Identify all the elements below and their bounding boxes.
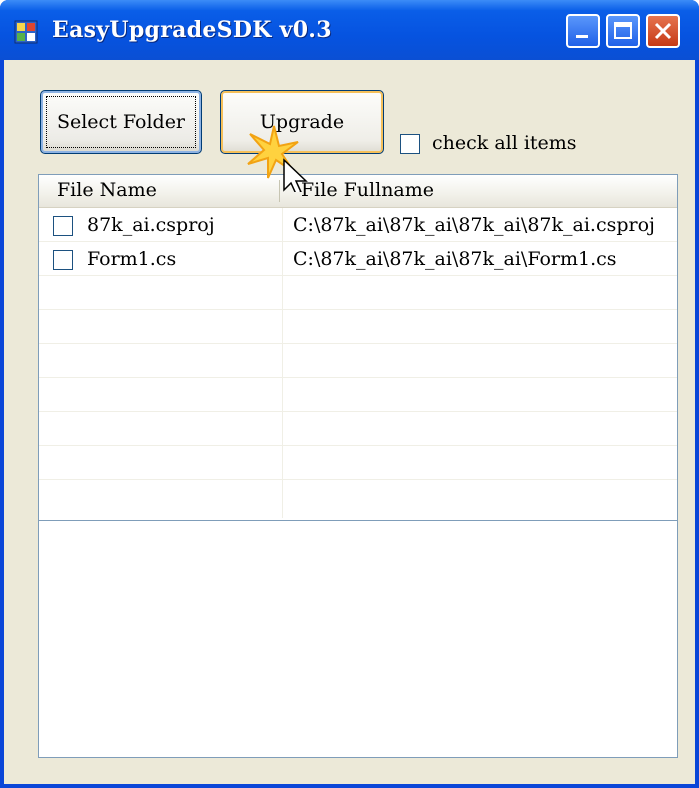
empty-row (39, 378, 677, 412)
output-textbox[interactable] (38, 520, 678, 758)
check-all-label: check all items (432, 132, 577, 154)
column-header-file-name[interactable]: File Name (57, 179, 157, 201)
empty-row (39, 276, 677, 310)
table-row[interactable]: Form1.cs C:\87k_ai\87k_ai\87k_ai\Form1.c… (39, 242, 677, 276)
client-area: Select Folder Upgrade check all items Fi… (4, 60, 695, 784)
row-checkbox[interactable] (53, 250, 73, 270)
file-fullname-cell: C:\87k_ai\87k_ai\87k_ai\Form1.cs (293, 248, 617, 270)
maximize-icon (614, 22, 632, 39)
empty-row (39, 344, 677, 378)
app-window-icon (14, 20, 38, 44)
empty-row (39, 412, 677, 446)
row-checkbox[interactable] (53, 216, 73, 236)
table-row[interactable]: 87k_ai.csproj C:\87k_ai\87k_ai\87k_ai\87… (39, 208, 677, 242)
file-name-cell: 87k_ai.csproj (87, 214, 215, 236)
check-all-checkbox[interactable] (400, 134, 420, 154)
select-folder-label: Select Folder (56, 111, 186, 133)
file-list[interactable]: File Name File Fullname 87k_ai.csproj C:… (38, 174, 678, 556)
minimize-icon (576, 35, 588, 38)
empty-row (39, 446, 677, 480)
file-fullname-cell: C:\87k_ai\87k_ai\87k_ai\87k_ai.csproj (293, 214, 655, 236)
maximize-button[interactable] (606, 14, 640, 48)
file-name-cell: Form1.cs (87, 248, 177, 270)
close-icon (654, 22, 672, 40)
minimize-button[interactable] (566, 14, 600, 48)
window-title: EasyUpgradeSDK v0.3 (52, 17, 332, 43)
title-bar[interactable]: EasyUpgradeSDK v0.3 (0, 0, 699, 60)
click-cursor-icon (247, 125, 308, 192)
app-window: EasyUpgradeSDK v0.3 Select Folder Upgrad… (0, 0, 699, 788)
empty-row (39, 310, 677, 344)
close-button[interactable] (646, 14, 680, 48)
column-header-file-fullname[interactable]: File Fullname (301, 179, 434, 201)
list-header: File Name File Fullname (39, 175, 677, 208)
select-folder-button[interactable]: Select Folder (40, 90, 202, 154)
list-rows: 87k_ai.csproj C:\87k_ai\87k_ai\87k_ai\87… (39, 208, 677, 480)
